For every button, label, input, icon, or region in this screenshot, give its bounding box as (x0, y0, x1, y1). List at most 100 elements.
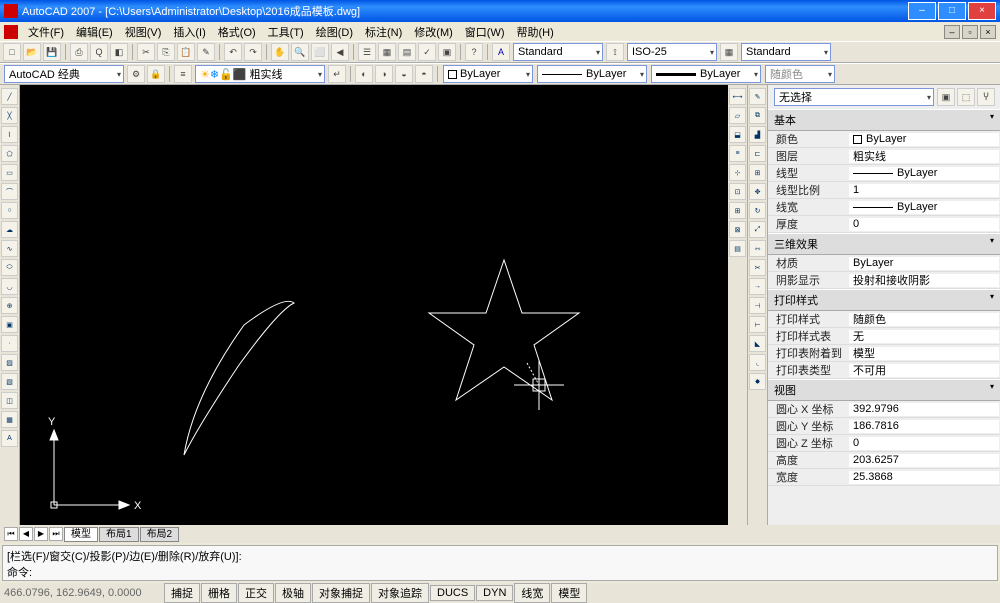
point-tool[interactable]: · (1, 335, 18, 352)
close-button[interactable]: × (968, 2, 996, 20)
tab-model[interactable]: 模型 (64, 527, 98, 542)
open-button[interactable]: 📂 (23, 43, 41, 61)
chamfer-tool[interactable]: ◣ (749, 335, 766, 352)
tab-layout1[interactable]: 布局1 (99, 527, 139, 542)
pline-tool[interactable]: ⌇ (1, 126, 18, 143)
hatch-tool[interactable]: ▨ (1, 354, 18, 371)
erase-tool[interactable]: ✎ (749, 88, 766, 105)
join-tool[interactable]: ⊢ (749, 316, 766, 333)
copy-tool[interactable]: ⧉ (749, 107, 766, 124)
trim-tool[interactable]: ✂ (749, 259, 766, 276)
properties-button[interactable]: ☰ (358, 43, 376, 61)
redo-button[interactable]: ↷ (244, 43, 262, 61)
array-tool[interactable]: ⊞ (749, 164, 766, 181)
save-button[interactable]: 💾 (43, 43, 61, 61)
tab-first[interactable]: ⏮ (4, 527, 18, 541)
mass-tool[interactable]: ⬓ (729, 126, 746, 143)
tool4-button[interactable]: ◓ (415, 65, 433, 83)
paste-button[interactable]: 📋 (177, 43, 195, 61)
ortho-toggle[interactable]: 正交 (238, 583, 274, 603)
undo-button[interactable]: ↶ (224, 43, 242, 61)
tab-layout2[interactable]: 布局2 (140, 527, 180, 542)
ellipse-tool[interactable]: ⬭ (1, 259, 18, 276)
select-button[interactable]: ⬚ (957, 88, 975, 106)
prop-pstyle-value[interactable]: 随颜色 (848, 312, 1000, 327)
dcenter-button[interactable]: ▦ (378, 43, 396, 61)
prop-ltype-value[interactable]: ByLayer (848, 166, 1000, 181)
section-3d[interactable]: 三维效果 (768, 233, 1000, 255)
ws-settings-button[interactable]: ⚙ (127, 65, 145, 83)
dimstyle-combo[interactable]: ISO-25 (627, 43, 717, 61)
copy-button[interactable]: ⎘ (157, 43, 175, 61)
layer-combo[interactable]: ☀❄🔓⬛ 粗实线 (195, 65, 325, 83)
arc-tool[interactable]: ⌒ (1, 183, 18, 200)
move-tool[interactable]: ✥ (749, 183, 766, 200)
polar-toggle[interactable]: 极轴 (275, 583, 311, 603)
prop-layer-value[interactable]: 粗实线 (848, 149, 1000, 164)
prop-ptype-value[interactable]: 不可用 (848, 363, 1000, 378)
zoom-button[interactable]: 🔍 (291, 43, 309, 61)
menu-insert[interactable]: 插入(I) (167, 23, 211, 41)
explode-tool[interactable]: ✸ (749, 373, 766, 390)
prop-cx-value[interactable]: 392.9796 (848, 402, 1000, 417)
menu-file[interactable]: 文件(F) (22, 23, 70, 41)
mirror-tool[interactable]: ▟ (749, 126, 766, 143)
revcloud-tool[interactable]: ☁ (1, 221, 18, 238)
region-tool[interactable]: ◫ (1, 392, 18, 409)
stretch-tool[interactable]: ⇿ (749, 240, 766, 257)
publish-button[interactable]: ◧ (110, 43, 128, 61)
prop-cy-value[interactable]: 186.7816 (848, 419, 1000, 434)
circle-tool[interactable]: ○ (1, 202, 18, 219)
pan-button[interactable]: ✋ (271, 43, 289, 61)
new-button[interactable]: □ (3, 43, 21, 61)
quick-select-button[interactable]: Ⴤ (977, 88, 995, 106)
osnap-toggle[interactable]: 对象捕捉 (312, 583, 370, 603)
block-tool[interactable]: ▣ (1, 316, 18, 333)
spline-tool[interactable]: ∿ (1, 240, 18, 257)
menu-format[interactable]: 格式(O) (212, 23, 262, 41)
menu-help[interactable]: 帮助(H) (511, 23, 560, 41)
toolpal-button[interactable]: ▤ (398, 43, 416, 61)
prop-lwidth-value[interactable]: ByLayer (848, 200, 1000, 215)
area-tool[interactable]: ▱ (729, 107, 746, 124)
match-button[interactable]: ✎ (197, 43, 215, 61)
otrack-toggle[interactable]: 对象追踪 (371, 583, 429, 603)
menu-edit[interactable]: 编辑(E) (70, 23, 119, 41)
fillet-tool[interactable]: ◟ (749, 354, 766, 371)
doc-close[interactable]: × (980, 25, 996, 39)
menu-draw[interactable]: 绘图(D) (310, 23, 359, 41)
snap-toggle[interactable]: 捕捉 (164, 583, 200, 603)
minimize-button[interactable]: – (908, 2, 936, 20)
section-plot[interactable]: 打印样式 (768, 289, 1000, 311)
ltype-combo[interactable]: ByLayer (537, 65, 647, 83)
prop-h-value[interactable]: 203.6257 (848, 453, 1000, 468)
break-tool[interactable]: ⊣ (749, 297, 766, 314)
prop-ptable-value[interactable]: 无 (848, 329, 1000, 344)
doc-minimize[interactable]: – (944, 25, 960, 39)
menu-window[interactable]: 窗口(W) (459, 23, 511, 41)
tab-prev[interactable]: ◀ (19, 527, 33, 541)
menu-view[interactable]: 视图(V) (119, 23, 168, 41)
calc-tool[interactable]: ▤ (729, 240, 746, 257)
workspace-combo[interactable]: AutoCAD 经典 (4, 65, 124, 83)
mtext-tool[interactable]: A (1, 430, 18, 447)
maximize-button[interactable]: □ (938, 2, 966, 20)
plotstyle-combo[interactable]: 随颜色 (765, 65, 835, 83)
section-basic[interactable]: 基本 (768, 109, 1000, 131)
tablestyle-combo[interactable]: Standard (741, 43, 831, 61)
prop-mat-value[interactable]: ByLayer (848, 256, 1000, 271)
tool3-button[interactable]: ◒ (395, 65, 413, 83)
prop-thick-value[interactable]: 0 (848, 217, 1000, 232)
drawing-canvas[interactable]: Y X (20, 85, 728, 525)
tool2-button[interactable]: ◑ (375, 65, 393, 83)
layer-prev-button[interactable]: ↵ (328, 65, 346, 83)
distance-tool[interactable]: ⟷ (729, 88, 746, 105)
prop-w-value[interactable]: 25.3868 (848, 470, 1000, 485)
prop-pattach-value[interactable]: 模型 (848, 346, 1000, 361)
tab-next[interactable]: ▶ (34, 527, 48, 541)
menu-modify[interactable]: 修改(M) (408, 23, 459, 41)
rect-tool[interactable]: ▭ (1, 164, 18, 181)
gradient-tool[interactable]: ▧ (1, 373, 18, 390)
textstyle-combo[interactable]: Standard (513, 43, 603, 61)
lweight-combo[interactable]: ByLayer (651, 65, 761, 83)
